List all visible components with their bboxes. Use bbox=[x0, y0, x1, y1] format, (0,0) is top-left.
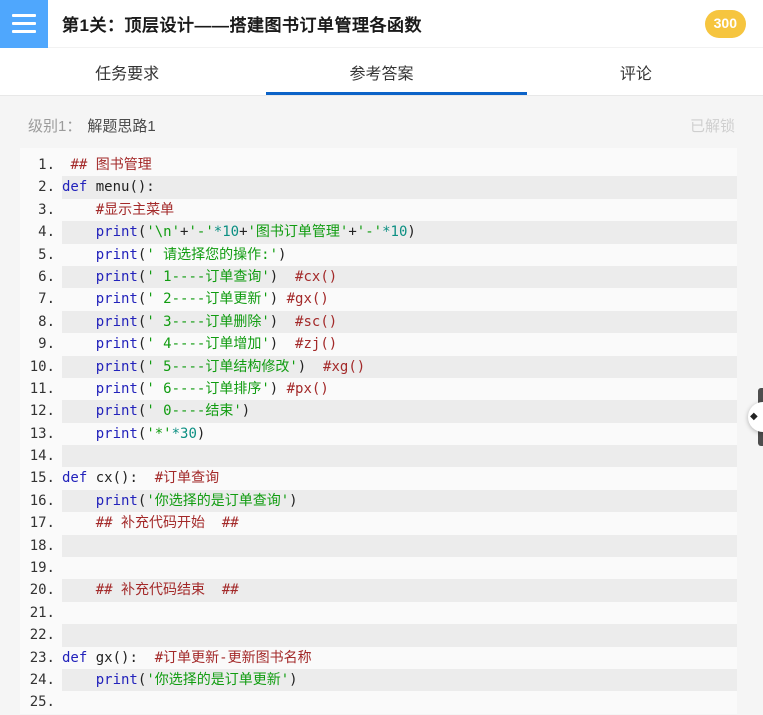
code-line: 18. bbox=[20, 534, 737, 558]
code-line: 15. def cx(): #订单查询 bbox=[20, 467, 737, 489]
level-label: 级别1： bbox=[28, 117, 82, 135]
hamburger-icon bbox=[12, 22, 36, 25]
code-line: 1. ## 图书管理 bbox=[20, 154, 737, 176]
code-text: print(' 请选择您的操作:') bbox=[95, 246, 287, 263]
code-text: ## 补充代码结束 ## bbox=[62, 579, 737, 602]
code-line: 17. ## 补充代码开始 ## bbox=[20, 512, 737, 534]
code-text: print(' 5----订单结构修改') #xg() bbox=[62, 355, 737, 378]
code-line: 22. bbox=[20, 624, 737, 647]
code-text: print(' 6----订单排序') #px() bbox=[95, 380, 329, 397]
line-number: 11. bbox=[29, 380, 55, 397]
line-number: 12. bbox=[29, 403, 55, 420]
code-text: print(' 1----订单查询') #cx() bbox=[62, 265, 737, 289]
level-title: 解题思路1 bbox=[87, 117, 156, 135]
line-number: 17. bbox=[29, 515, 55, 532]
line-number: 2. bbox=[38, 179, 55, 196]
code-text: def menu(): bbox=[62, 176, 737, 199]
code-line: 24. print('你选择的是订单更新') bbox=[20, 668, 737, 692]
code-text: print(' 0----结束') bbox=[62, 400, 737, 423]
line-number: 7. bbox=[38, 291, 55, 308]
line-number: 22. bbox=[29, 627, 55, 644]
code-text: print('你选择的是订单更新') bbox=[62, 668, 737, 692]
code-text: ## 图书管理 bbox=[70, 157, 152, 173]
code-line: 20. ## 补充代码结束 ## bbox=[20, 579, 737, 602]
line-number: 25. bbox=[29, 694, 55, 711]
line-number: 24. bbox=[29, 671, 55, 688]
code-line: 7. print(' 2----订单更新') #gx() bbox=[20, 288, 737, 310]
line-number: 14. bbox=[29, 448, 55, 465]
code-text bbox=[62, 624, 737, 647]
code-line: 21. bbox=[20, 602, 737, 624]
line-number: 19. bbox=[29, 560, 55, 577]
line-number: 4. bbox=[38, 224, 55, 241]
line-number: 6. bbox=[38, 268, 55, 285]
code-text bbox=[62, 445, 737, 468]
tab-comments[interactable]: 评论 bbox=[509, 48, 763, 95]
line-number: 10. bbox=[29, 358, 55, 375]
line-number: 13. bbox=[29, 425, 55, 442]
code-text: ## 补充代码开始 ## bbox=[95, 515, 239, 532]
code-line: 9. print(' 4----订单增加') #zj() bbox=[20, 333, 737, 355]
code-line: 3. #显示主菜单 bbox=[20, 199, 737, 221]
line-number: 16. bbox=[29, 492, 55, 509]
hamburger-icon bbox=[12, 14, 36, 17]
line-number: 18. bbox=[29, 537, 55, 554]
score-badge: 300 bbox=[704, 10, 746, 38]
code-text: print('你选择的是订单查询') bbox=[62, 489, 737, 513]
panel-collapse-button[interactable]: ◆ bbox=[748, 402, 763, 432]
code-block: 1. ## 图书管理 2. def menu(): 3. #显示主菜单 4. print… bbox=[20, 148, 737, 714]
code-line: 23. def gx(): #订单更新-更新图书名称 bbox=[20, 647, 737, 669]
code-line: 6. print(' 1----订单查询') #cx() bbox=[20, 265, 737, 289]
left-arrow-icon: ◆ bbox=[750, 411, 758, 422]
line-number: 23. bbox=[29, 649, 55, 666]
line-number: 9. bbox=[38, 336, 55, 353]
code-line: 10. print(' 5----订单结构修改') #xg() bbox=[20, 355, 737, 378]
hamburger-menu-button[interactable] bbox=[0, 0, 48, 48]
code-line: 14. bbox=[20, 445, 737, 468]
code-line: 2. def menu(): bbox=[20, 176, 737, 199]
code-line: 25. bbox=[20, 691, 737, 713]
code-line: 12. print(' 0----结束') bbox=[20, 400, 737, 423]
code-text: def cx(): #订单查询 bbox=[62, 470, 220, 487]
code-line: 19. bbox=[20, 557, 737, 579]
code-line: 13. print('*'*30) bbox=[20, 423, 737, 445]
line-number: 1. bbox=[38, 157, 55, 173]
line-number: 20. bbox=[29, 582, 55, 599]
tab-bar: 任务要求 参考答案 评论 bbox=[0, 48, 763, 96]
line-number: 21. bbox=[29, 604, 55, 621]
code-text: print('*'*30) bbox=[95, 425, 206, 442]
code-line: 5. print(' 请选择您的操作:') bbox=[20, 244, 737, 266]
page-title: 第1关：顶层设计——搭建图书订单管理各函数 bbox=[62, 16, 422, 35]
code-line: 8. print(' 3----订单删除') #sc() bbox=[20, 310, 737, 334]
code-text: print(' 3----订单删除') #sc() bbox=[62, 310, 737, 334]
code-line: 4. print('\n'+'-'*10+'图书订单管理'+'-'*10) bbox=[20, 221, 737, 244]
line-number: 3. bbox=[38, 201, 55, 218]
code-text: #显示主菜单 bbox=[95, 201, 175, 218]
header: 第1关：顶层设计——搭建图书订单管理各函数 300 bbox=[0, 0, 763, 48]
hamburger-icon bbox=[12, 30, 36, 33]
code-text: print('\n'+'-'*10+'图书订单管理'+'-'*10) bbox=[62, 221, 737, 244]
code-line: 11. print(' 6----订单排序') #px() bbox=[20, 378, 737, 400]
level-bar: 级别1： 解题思路1 已解锁 bbox=[0, 96, 763, 148]
code-text: print(' 4----订单增加') #zj() bbox=[95, 336, 338, 353]
unlocked-status: 已解锁 bbox=[689, 117, 735, 135]
tab-task-requirements[interactable]: 任务要求 bbox=[0, 48, 254, 95]
line-number: 8. bbox=[38, 313, 55, 330]
line-number: 15. bbox=[29, 470, 55, 487]
code-text: def gx(): #订单更新-更新图书名称 bbox=[62, 649, 312, 666]
code-text bbox=[62, 534, 737, 558]
code-text: print(' 2----订单更新') #gx() bbox=[95, 291, 329, 308]
line-number: 5. bbox=[38, 246, 55, 263]
code-line: 16. print('你选择的是订单查询') bbox=[20, 489, 737, 513]
tab-reference-answer[interactable]: 参考答案 bbox=[254, 48, 528, 95]
